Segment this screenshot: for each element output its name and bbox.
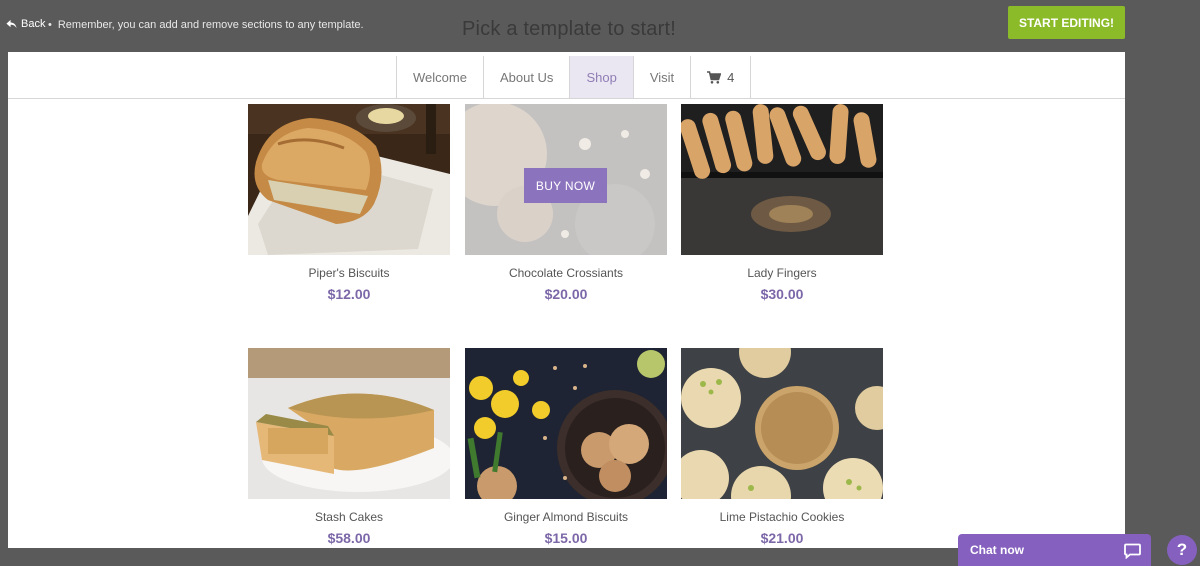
product-card[interactable]: Stash Cakes $58.00 <box>248 348 450 546</box>
product-image-lady-fingers[interactable] <box>681 104 883 255</box>
nav-item-visit[interactable]: Visit <box>634 56 692 98</box>
template-preview: Welcome About Us Shop Visit 4 Piper's Bi… <box>8 52 1125 548</box>
back-arrow-icon <box>6 19 17 28</box>
template-hint: • Remember, you can add and remove sectio… <box>48 19 364 31</box>
nav-item-shop[interactable]: Shop <box>570 56 634 98</box>
product-price: $30.00 <box>760 286 804 302</box>
nav-item-about-us[interactable]: About Us <box>484 56 571 98</box>
help-button[interactable]: ? <box>1167 535 1197 565</box>
product-image-pistachio-cookies[interactable] <box>681 348 883 499</box>
product-name[interactable]: Stash Cakes <box>248 510 450 524</box>
product-card[interactable]: Lady Fingers $30.00 <box>681 104 883 302</box>
chat-label: Chat now <box>970 543 1024 557</box>
product-name[interactable]: Ginger Almond Biscuits <box>465 510 667 524</box>
product-image-bread[interactable] <box>248 104 450 255</box>
product-card[interactable]: Piper's Biscuits $12.00 <box>248 104 450 302</box>
product-card[interactable]: Ginger Almond Biscuits $15.00 <box>465 348 667 546</box>
product-name[interactable]: Lady Fingers <box>681 266 883 280</box>
product-name[interactable]: Lime Pistachio Cookies <box>681 510 883 524</box>
start-editing-button[interactable]: START EDITING! <box>1008 6 1125 39</box>
back-link[interactable]: Back <box>6 18 45 30</box>
hint-text: Remember, you can add and remove section… <box>57 19 364 31</box>
nav-item-welcome[interactable]: Welcome <box>397 56 484 98</box>
buy-now-button[interactable]: BUY NOW <box>524 168 607 203</box>
chat-widget[interactable]: Chat now <box>958 534 1151 566</box>
product-price: $21.00 <box>760 530 804 546</box>
product-price: $15.00 <box>544 530 588 546</box>
product-image-ginger-biscuits[interactable] <box>465 348 667 499</box>
chat-bubble-icon <box>1124 543 1141 559</box>
back-label: Back <box>21 18 46 30</box>
product-name[interactable]: Piper's Biscuits <box>248 266 450 280</box>
editor-topbar: Back • Remember, you can add and remove s… <box>0 0 1200 52</box>
hint-bullet: • <box>48 19 52 31</box>
product-image-croissants[interactable]: BUY NOW <box>465 104 667 255</box>
product-price: $12.00 <box>327 286 371 302</box>
cart-count: 4 <box>727 69 735 85</box>
nav-item-cart[interactable]: 4 <box>691 56 752 98</box>
page-title: Pick a template to start! <box>462 18 676 40</box>
product-card[interactable]: Lime Pistachio Cookies $21.00 <box>681 348 883 546</box>
product-price: $58.00 <box>327 530 371 546</box>
cart-icon <box>707 70 722 84</box>
product-card[interactable]: BUY NOW Chocolate Crossiants $20.00 <box>465 104 667 302</box>
product-name[interactable]: Chocolate Crossiants <box>465 266 667 280</box>
product-image-stash-cakes[interactable] <box>248 348 450 499</box>
product-price: $20.00 <box>544 286 588 302</box>
site-nav: Welcome About Us Shop Visit 4 <box>8 52 1125 99</box>
